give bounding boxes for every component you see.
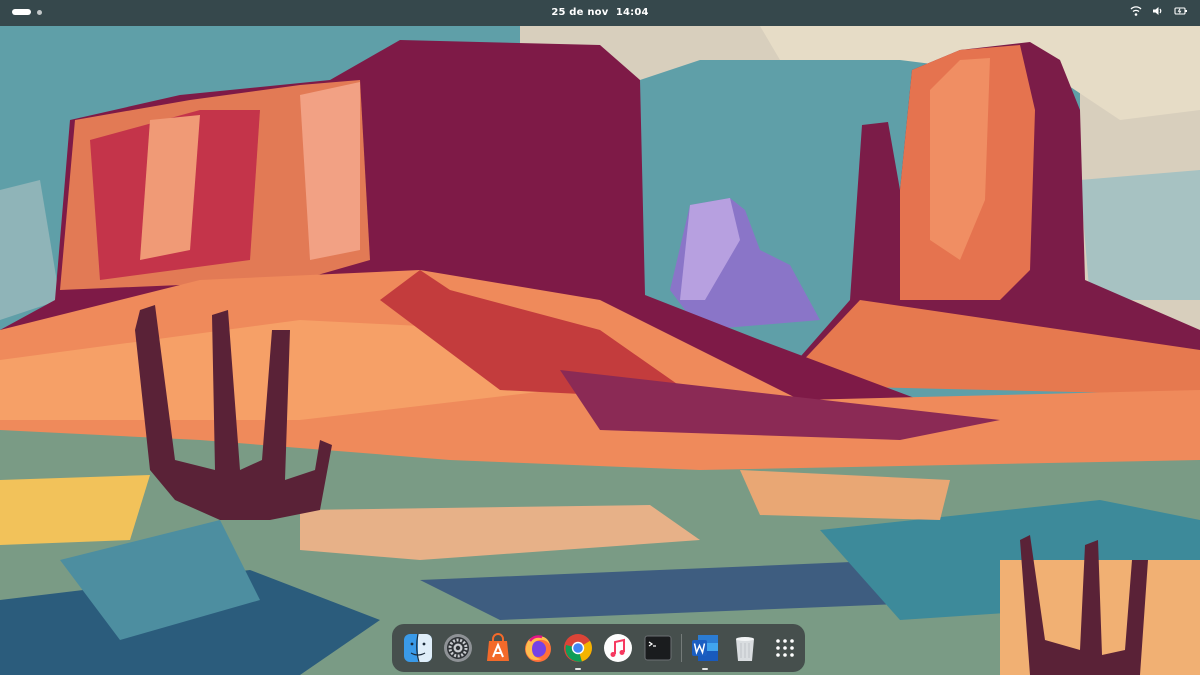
running-indicator (575, 668, 581, 670)
firefox-icon[interactable] (522, 632, 554, 664)
finder-icon[interactable] (402, 632, 434, 664)
clock: 25 de nov 14:04 (0, 0, 1200, 26)
desktop-wallpaper (0, 0, 1200, 675)
system-tray[interactable] (1130, 5, 1188, 17)
clock-time[interactable]: 14:04 (616, 7, 649, 18)
battery-icon (1174, 5, 1188, 17)
word-icon[interactable] (689, 632, 721, 670)
clock-date[interactable]: 25 de nov (551, 7, 608, 18)
terminal-icon[interactable] (642, 632, 674, 664)
trash-icon[interactable] (729, 632, 761, 664)
app-store-icon[interactable] (482, 632, 514, 664)
wifi-icon (1130, 5, 1142, 17)
top-bar: 25 de nov 14:04 (0, 0, 1200, 26)
chrome-icon[interactable] (562, 632, 594, 670)
dock (392, 624, 805, 672)
dock-separator (681, 634, 682, 662)
workspace-dot-icon (37, 9, 42, 15)
activities-button[interactable] (12, 9, 42, 15)
music-icon[interactable] (602, 632, 634, 664)
running-indicator (702, 668, 708, 670)
app-grid-icon[interactable] (769, 632, 801, 664)
system-settings-icon[interactable] (442, 632, 474, 664)
activities-pill-icon (12, 9, 31, 15)
volume-icon (1152, 5, 1164, 17)
